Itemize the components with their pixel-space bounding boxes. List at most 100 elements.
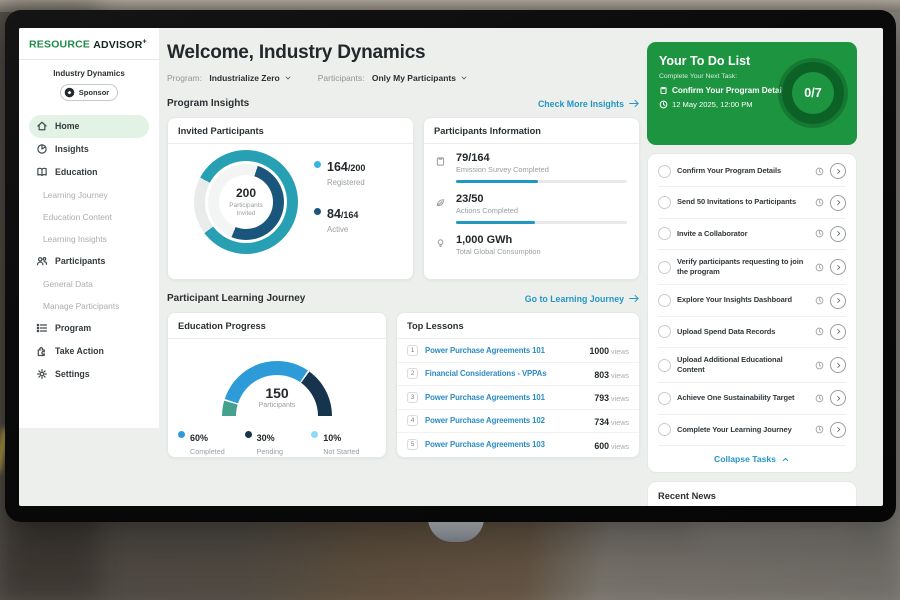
todo-task-list: Confirm Your Program Details Send 50 Inv… [647, 153, 857, 473]
task-label: Confirm Your Program Details [677, 166, 809, 176]
sidebar-item-take-action[interactable]: Take Action [29, 340, 149, 363]
main-content: Welcome, Industry Dynamics Program: Indu… [167, 42, 640, 458]
clock-icon [659, 100, 668, 109]
program-filter-select[interactable]: Industrialize Zero [209, 73, 291, 83]
sidebar-item-education-content[interactable]: Education Content [29, 206, 149, 228]
views-suffix: views [611, 394, 629, 403]
sidebar-item-home[interactable]: Home [29, 115, 149, 138]
task-checkbox[interactable] [658, 294, 671, 307]
sidebar-item-general-data[interactable]: General Data [29, 273, 149, 295]
sidebar-item-insights[interactable]: Insights [29, 138, 149, 161]
sidebar-item-manage-participants[interactable]: Manage Participants [29, 295, 149, 317]
invited-donut-chart: 200 Participants Invited [194, 150, 298, 254]
monitor-bezel: RESOURCE ADVISOR+ Industry Dynamics Spon… [5, 10, 896, 522]
task-checkbox[interactable] [658, 227, 671, 240]
scene: RESOURCE ADVISOR+ Industry Dynamics Spon… [0, 0, 900, 600]
lesson-link[interactable]: Power Purchase Agreements 102 [425, 416, 587, 425]
stat-label: Total Global Consumption [456, 247, 627, 256]
task-checkbox[interactable] [658, 392, 671, 405]
check-more-insights-link[interactable]: Check More Insights [538, 99, 640, 109]
lesson-link[interactable]: Power Purchase Agreements 103 [425, 440, 587, 449]
invited-center-value: 200 [236, 186, 256, 200]
program-filter-label: Program: [167, 73, 202, 83]
lesson-link[interactable]: Financial Considerations - VPPAs [425, 369, 587, 378]
task-checkbox[interactable] [658, 261, 671, 274]
lesson-rank: 4 [407, 415, 418, 426]
lesson-views: 1000 [589, 346, 609, 356]
lesson-rank: 3 [407, 392, 418, 403]
pending-dot [245, 431, 252, 438]
registered-dot [314, 161, 321, 168]
task-open-button[interactable] [830, 357, 846, 373]
task-open-button[interactable] [830, 226, 846, 242]
invited-center-label: Participants Invited [224, 202, 268, 218]
not-started-dot [311, 431, 318, 438]
lesson-row: 3 Power Purchase Agreements 101 793views [397, 386, 639, 410]
sidebar-item-education[interactable]: Education [29, 161, 149, 184]
participants-filter-label: Participants: [318, 73, 365, 83]
sidebar-item-label: Manage Participants [43, 301, 119, 311]
lesson-link[interactable]: Power Purchase Agreements 101 [425, 393, 587, 402]
task-checkbox[interactable] [658, 165, 671, 178]
lesson-views: 793 [594, 393, 609, 403]
arrow-right-icon [629, 99, 640, 108]
task-label: Explore Your Insights Dashboard [677, 295, 809, 305]
app-screen: RESOURCE ADVISOR+ Industry Dynamics Spon… [19, 28, 883, 506]
active-value: 84 [327, 207, 341, 221]
sidebar-item-label: Learning Insights [43, 234, 107, 244]
task-open-button[interactable] [830, 163, 846, 179]
program-list-icon [36, 322, 48, 334]
survey-clipboard-icon [435, 154, 446, 165]
task-row: Achieve One Sustainability Target [658, 383, 846, 414]
chevron-right-icon [835, 362, 842, 369]
todo-panel: Your To Do List Complete Your Next Task:… [647, 42, 857, 506]
sidebar-item-label: Education [55, 167, 98, 177]
completed-label: Completed [190, 447, 225, 456]
sidebar-item-label: Settings [55, 369, 90, 379]
app-logo: RESOURCE ADVISOR+ [29, 38, 149, 51]
task-open-button[interactable] [830, 195, 846, 211]
sidebar-item-label: General Data [43, 279, 93, 289]
task-open-button[interactable] [830, 390, 846, 406]
sidebar-item-settings[interactable]: Settings [29, 363, 149, 386]
task-checkbox[interactable] [658, 325, 671, 338]
sponsor-label: Sponsor [79, 88, 109, 97]
task-open-button[interactable] [830, 324, 846, 340]
education-progress-title: Education Progress [168, 313, 386, 339]
lesson-views: 600 [594, 441, 609, 451]
survey-progress-track [456, 180, 627, 183]
education-legend: 60% Completed 30% Pending 10% [178, 428, 378, 456]
lesson-link[interactable]: Power Purchase Agreements 101 [425, 346, 582, 355]
collapse-tasks-link[interactable]: Collapse Tasks [658, 446, 846, 466]
participants-information-card: Participants Information 79/164 Emission… [423, 117, 640, 280]
sponsor-badge[interactable]: Sponsor [60, 84, 118, 101]
stat-value: 1,000 GWh [456, 234, 627, 246]
sidebar-item-label: Insights [55, 144, 89, 154]
task-checkbox[interactable] [658, 196, 671, 209]
task-open-button[interactable] [830, 293, 846, 309]
sidebar-item-learning-insights[interactable]: Learning Insights [29, 228, 149, 250]
invited-donut-center: 200 Participants Invited [219, 175, 273, 229]
sidebar-divider [19, 59, 159, 60]
task-checkbox[interactable] [658, 423, 671, 436]
task-open-button[interactable] [830, 259, 846, 275]
views-suffix: views [611, 347, 629, 356]
sidebar-item-learning-journey[interactable]: Learning Journey [29, 184, 149, 206]
legend-item-active: 84/164 Active [314, 205, 365, 234]
invited-legend: 164/200 Registered 84/164 Active [314, 158, 365, 234]
task-checkbox[interactable] [658, 359, 671, 372]
home-icon [36, 120, 48, 132]
chevron-right-icon [835, 395, 842, 402]
active-label: Active [327, 225, 358, 234]
go-to-learning-journey-link[interactable]: Go to Learning Journey [525, 294, 640, 304]
todo-counter: 0/7 [804, 86, 821, 100]
invited-participants-card: Invited Participants 200 Participants In… [167, 117, 414, 280]
active-dot [314, 208, 321, 215]
sidebar-item-participants[interactable]: Participants [29, 250, 149, 273]
sidebar-item-program[interactable]: Program [29, 317, 149, 340]
participants-filter: Participants: Only My Participants [318, 73, 468, 83]
task-open-button[interactable] [830, 422, 846, 438]
participants-filter-select[interactable]: Only My Participants [372, 73, 468, 83]
todo-progress-ring: 0/7 [782, 62, 844, 124]
task-row: Upload Spend Data Records [658, 317, 846, 348]
